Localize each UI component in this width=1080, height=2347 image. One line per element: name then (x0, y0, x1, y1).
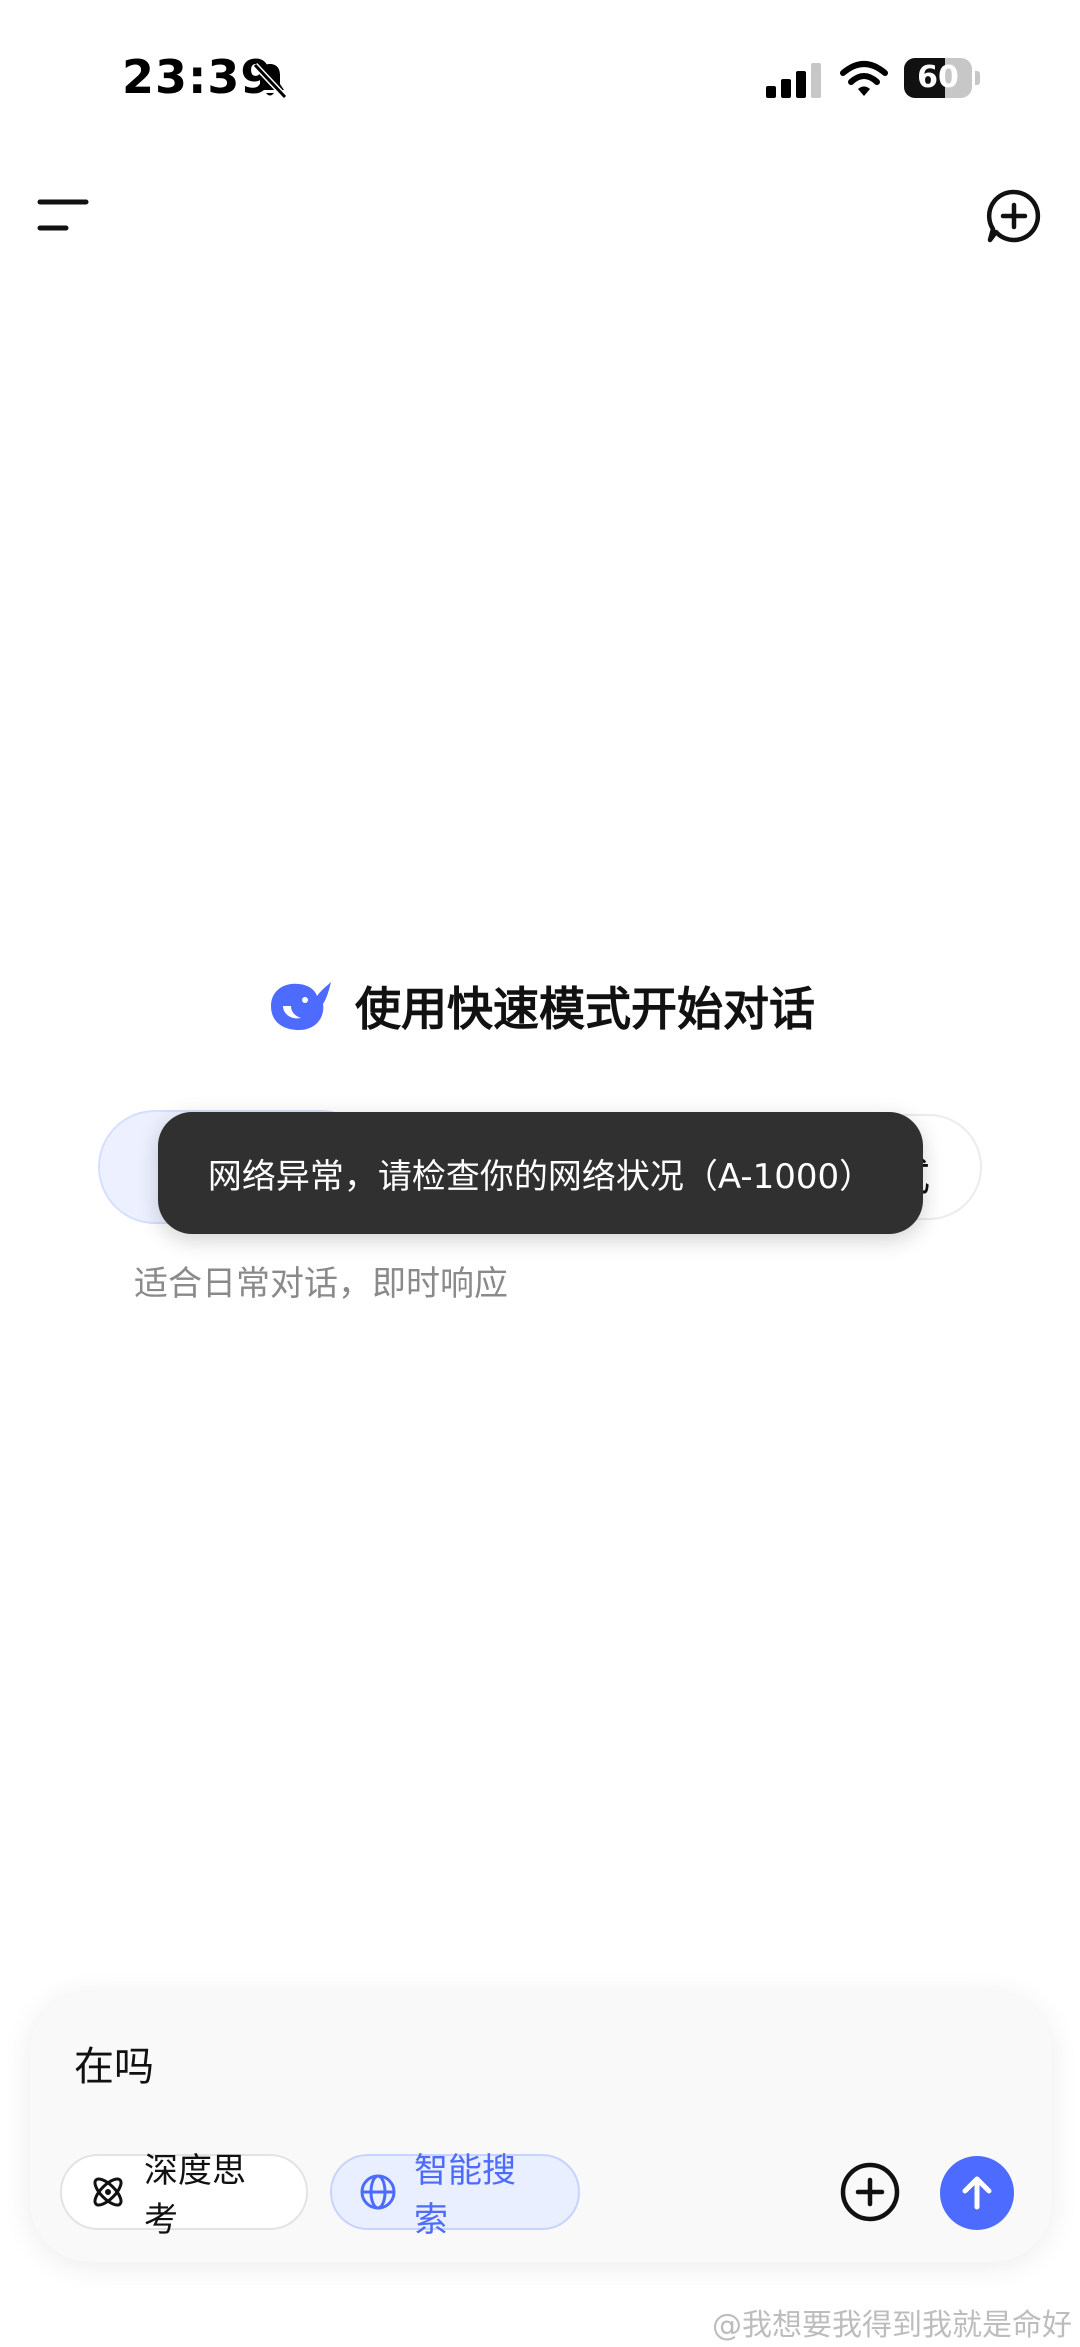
error-toast: 网络异常，请检查你的网络状况（A-1000） (158, 1112, 923, 1234)
wifi-icon (840, 61, 888, 96)
composer: 在吗 深度思考 智能搜索 (30, 1992, 1052, 2262)
globe-icon (360, 2174, 396, 2210)
deep-think-label: 深度思考 (144, 2151, 246, 2240)
watermark: @我想要我得到我就是命好 (712, 2300, 1072, 2344)
battery-level: 60 (917, 60, 959, 95)
send-button[interactable] (940, 2156, 1014, 2230)
whale-logo (271, 982, 331, 1030)
welcome-title: 使用快速模式开始对话 (355, 982, 815, 1036)
smart-search-label: 智能搜索 (414, 2151, 516, 2240)
battery-cap (975, 71, 980, 85)
bell-off-icon (252, 62, 288, 100)
deep-think-toggle[interactable]: 深度思考 (60, 2151, 308, 2240)
arrow-up-icon (962, 2176, 992, 2210)
smart-search-toggle[interactable]: 智能搜索 (330, 2151, 580, 2240)
watermark-text: @我想要我得到我就是命好 (712, 2308, 1072, 2343)
signal-icon (766, 63, 821, 98)
status-time: 23:39 (122, 50, 274, 104)
message-input[interactable]: 在吗 (74, 2034, 154, 2092)
atom-icon (93, 2177, 123, 2207)
plus-circle-icon[interactable] (838, 2160, 902, 2224)
toast-message: 网络异常，请检查你的网络状况（A-1000） (207, 1156, 874, 1197)
welcome-heading: 使用快速模式开始对话 (0, 966, 1080, 1046)
menu-icon[interactable] (36, 196, 92, 236)
new-chat-icon[interactable] (986, 188, 1042, 244)
battery-icon: 60 (904, 58, 980, 98)
mode-description: 适合日常对话，即时响应 (134, 1264, 508, 1304)
